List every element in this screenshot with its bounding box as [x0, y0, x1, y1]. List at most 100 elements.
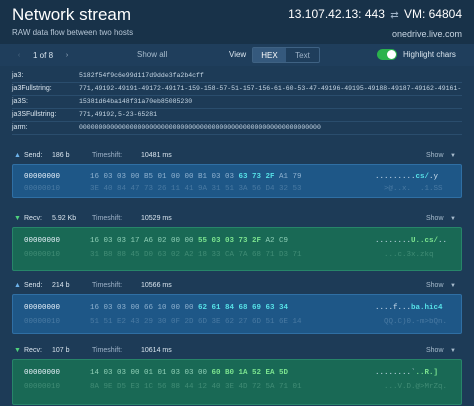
fingerprint-value: 771,49192,5-23-65281 [79, 111, 158, 118]
fingerprint-row-ja3s: ja3S: 15381d64ba148f31a70eb85085230 [12, 96, 462, 109]
page-indicator: 1 of 8 [33, 50, 54, 60]
hex-line: 00000000 16 03 03 00 66 10 00 00 62 61 8… [13, 303, 461, 314]
hex-line: 00000000 16 03 03 17 A6 02 00 00 55 03 0… [13, 236, 461, 247]
fingerprint-value: 5182f54f9c6e99d117d9dde3fa2b4cff [79, 72, 204, 79]
fingerprint-value: 0000000000000000000000000000000000000000… [79, 124, 321, 131]
highlighted-chars: cs/ [415, 173, 430, 181]
hex-line-faded: 00000010 8A 9E D5 E3 1C 56 88 44 12 40 3… [13, 382, 461, 393]
hex-ascii: ....f...ba.hic4 [375, 304, 443, 312]
segment-size: 186 b [52, 152, 70, 159]
page-subtitle: RAW data flow between two hosts [12, 28, 134, 37]
fingerprint-value: 15381d64ba148f31a70eb85085230 [79, 98, 193, 105]
fingerprint-value: 771,49192-49191-49172-49171-159-158-57-5… [79, 85, 462, 92]
show-button[interactable]: Show [426, 215, 444, 222]
hex-bytes: 16 03 03 00 66 10 00 00 62 61 84 68 69 6… [90, 304, 289, 312]
segment-size: 107 b [52, 347, 70, 354]
host-name: onedrive.live.com [391, 29, 462, 39]
view-label: View [229, 50, 247, 59]
fingerprint-key: ja3: [12, 72, 24, 79]
timeshift-label: Timeshift: [92, 215, 123, 222]
hex-offset: 00000010 [24, 185, 61, 193]
timeshift-value: 10481 ms [141, 152, 172, 159]
hex-dump-panel: 00000000 16 03 03 17 A6 02 00 00 55 03 0… [12, 227, 462, 271]
segment-direction: Send: [24, 152, 43, 159]
prev-page-icon[interactable]: ‹ [12, 47, 26, 63]
hex-offset: 00000000 [24, 237, 61, 245]
hex-offset: 00000010 [24, 318, 61, 326]
view-text-button[interactable]: Text [286, 48, 319, 62]
view-hex-button[interactable]: HEX [253, 48, 286, 62]
segment-header: ▼ Recv: 107 b Timeshift: 10614 ms Show ▼ [0, 345, 474, 358]
hex-ascii: .........cs/.y [375, 173, 439, 181]
stream-segment-send: ▲ Send: 186 b Timeshift: 10481 ms Show ▼… [0, 150, 474, 198]
timeshift-label: Timeshift: [92, 347, 123, 354]
hex-line-faded: 00000010 31 B8 88 45 D0 63 02 A2 18 33 C… [13, 250, 461, 261]
highlighted-chars: U..cs/ [411, 237, 439, 245]
fingerprint-key: ja3Fullstring: [12, 85, 52, 92]
next-page-icon[interactable]: › [60, 47, 74, 63]
show-button[interactable]: Show [426, 282, 444, 289]
fingerprint-row-jarm: jarm: 0000000000000000000000000000000000… [12, 122, 462, 135]
chevron-down-icon[interactable]: ▼ [450, 216, 456, 222]
fingerprint-key: jarm: [12, 124, 28, 131]
segment-direction: Recv: [24, 215, 42, 222]
hex-ascii: ........U..cs/.. [375, 237, 448, 245]
hex-ascii: ...c.3x.zkq [375, 251, 434, 259]
timeshift-label: Timeshift: [92, 282, 123, 289]
segment-size: 5.92 Kb [52, 215, 77, 222]
hex-line-faded: 00000010 3E 40 84 47 73 26 11 41 9A 31 5… [13, 184, 461, 195]
recv-arrow-icon: ▼ [14, 347, 21, 354]
show-all-link[interactable]: Show all [137, 50, 167, 59]
stream-segment-recv: ▼ Recv: 107 b Timeshift: 10614 ms Show ▼… [0, 345, 474, 405]
page-title: Network stream [12, 5, 132, 24]
hex-bytes: 31 B8 88 45 D0 63 02 A2 18 33 CA 7A 68 7… [90, 251, 302, 259]
show-button[interactable]: Show [426, 347, 444, 354]
hex-ascii: >@..x. .1.SS [375, 185, 443, 193]
highlight-chars-toggle[interactable] [377, 49, 397, 60]
hex-offset: 00000000 [24, 173, 61, 181]
header-bar: Network stream RAW data flow between two… [0, 0, 474, 44]
fingerprint-key: ja3S: [12, 98, 28, 105]
timeshift-value: 10566 ms [141, 282, 172, 289]
hex-ascii: QQ.C)0.-m>bQn. [375, 318, 448, 326]
hex-line: 00000000 16 03 03 00 B5 01 00 00 B1 03 0… [13, 172, 461, 183]
hex-ascii: ........`..R.] [375, 369, 439, 377]
fingerprint-row-ja3-fullstring: ja3Fullstring: 771,49192-49191-49172-491… [12, 83, 462, 96]
segment-size: 214 b [52, 282, 70, 289]
stream-segment-recv: ▼ Recv: 5.92 Kb Timeshift: 10529 ms Show… [0, 213, 474, 271]
hex-bytes: 3E 40 84 47 73 26 11 41 9A 31 51 3A 56 D… [90, 185, 302, 193]
segment-direction: Send: [24, 282, 43, 289]
timeshift-value: 10529 ms [141, 215, 172, 222]
segment-header: ▲ Send: 214 b Timeshift: 10566 ms Show ▼ [0, 280, 474, 293]
timeshift-value: 10614 ms [141, 347, 172, 354]
fingerprint-row-ja3s-fullstring: ja3SFullstring: 771,49192,5-23-65281 [12, 109, 462, 122]
highlighted-bytes: 55 03 03 73 2F [198, 237, 262, 245]
endpoint-address: 13.107.42.13: 443 [288, 7, 385, 21]
segment-header: ▼ Recv: 5.92 Kb Timeshift: 10529 ms Show… [0, 213, 474, 226]
chevron-down-icon[interactable]: ▼ [450, 153, 456, 159]
recv-arrow-icon: ▼ [14, 215, 21, 222]
hex-offset: 00000000 [24, 369, 61, 377]
hex-dump-panel: 00000000 16 03 03 00 66 10 00 00 62 61 8… [12, 294, 462, 334]
pager: ‹ 1 of 8 › [12, 47, 74, 63]
highlighted-chars: ba.hic4 [411, 304, 443, 312]
hex-ascii: ...V.D.@>MrZq. [375, 383, 448, 391]
hex-offset: 00000010 [24, 251, 61, 259]
timeshift-label: Timeshift: [92, 152, 123, 159]
chevron-down-icon[interactable]: ▼ [450, 283, 456, 289]
fingerprint-table: ja3: 5182f54f9c6e99d117d9dde3fa2b4cff ja… [12, 70, 462, 135]
fingerprint-row-ja3: ja3: 5182f54f9c6e99d117d9dde3fa2b4cff [12, 70, 462, 83]
show-button[interactable]: Show [426, 152, 444, 159]
hex-offset: 00000010 [24, 383, 61, 391]
chevron-down-icon[interactable]: ▼ [450, 348, 456, 354]
hex-line-faded: 00000010 51 51 E2 43 29 30 0F 2D 6D 3E 6… [13, 317, 461, 328]
hex-dump-panel: 00000000 14 03 03 00 01 01 03 03 00 60 B… [12, 359, 462, 405]
swap-icon[interactable]: ⇄ [390, 10, 398, 21]
fingerprint-key: ja3SFullstring: [12, 111, 57, 118]
send-arrow-icon: ▲ [14, 282, 21, 289]
hex-line: 00000000 14 03 03 00 01 01 03 03 00 60 B… [13, 368, 461, 379]
vm-id: VM: 64804 [403, 7, 462, 21]
segment-header: ▲ Send: 186 b Timeshift: 10481 ms Show ▼ [0, 150, 474, 163]
hex-bytes: 16 03 03 17 A6 02 00 00 55 03 03 73 2F A… [90, 237, 289, 245]
hex-dump-panel: 00000000 16 03 03 00 B5 01 00 00 B1 03 0… [12, 164, 462, 198]
